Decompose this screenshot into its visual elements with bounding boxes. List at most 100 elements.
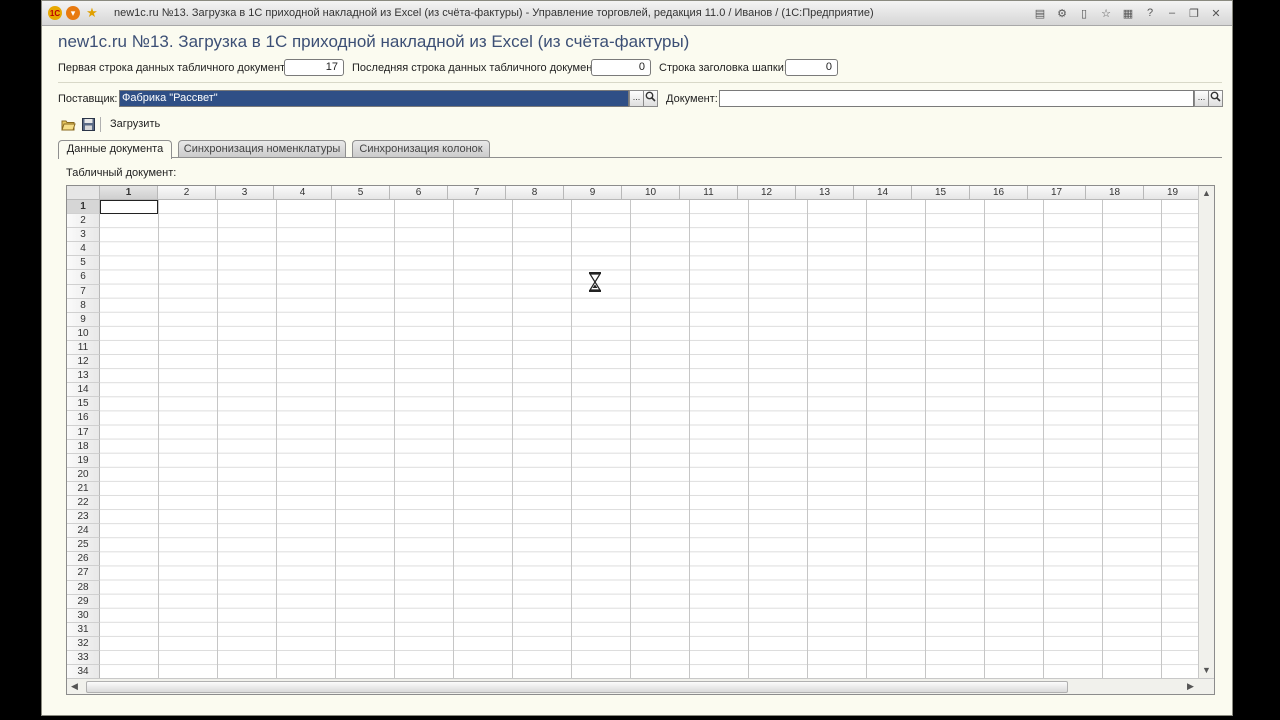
row-header[interactable]: 15 [67,397,100,412]
column-header[interactable]: 14 [854,186,912,200]
row-header[interactable]: 7 [67,284,100,299]
row-header[interactable]: 22 [67,495,100,511]
restore-icon[interactable]: ❐ [1184,4,1204,22]
row-header[interactable]: 24 [67,524,100,539]
grid-cells[interactable] [100,200,1198,678]
row-header[interactable]: 13 [67,369,100,384]
row-header[interactable]: 26 [67,552,100,567]
column-header[interactable]: 8 [506,186,564,200]
help-icon[interactable]: ? [1140,4,1160,22]
load-button[interactable]: Загрузить [110,118,160,130]
row-header[interactable]: 14 [67,383,100,398]
doc-list-icon[interactable]: ▤ [1030,4,1050,22]
open-folder-icon[interactable] [60,116,76,132]
column-header[interactable]: 18 [1086,186,1144,200]
tab-nomenclature-sync[interactable]: Синхронизация номенклатуры [178,140,346,158]
last-row-input[interactable]: 0 [591,59,651,76]
header-row-input[interactable]: 0 [785,59,838,76]
row-header[interactable]: 6 [67,270,100,285]
row-header[interactable]: 5 [67,256,100,271]
row-header[interactable]: 16 [67,411,100,426]
supplier-select-button[interactable]: ... [629,90,644,107]
row-header[interactable]: 11 [67,340,100,356]
column-header[interactable]: 4 [274,186,332,200]
selected-cell[interactable] [100,200,158,214]
row-header[interactable]: 29 [67,594,100,609]
column-header[interactable]: 15 [912,186,970,200]
row-header[interactable]: 1 [67,200,100,215]
column-header[interactable]: 7 [448,186,506,200]
tab-columns-sync[interactable]: Синхронизация колонок [352,140,490,158]
row-header[interactable]: 27 [67,566,100,581]
favorite-icon[interactable]: ☆ [1096,4,1116,22]
column-header[interactable]: 1 [100,186,158,200]
document-search-icon[interactable] [1208,90,1223,107]
first-row-label: Первая строка данных табличного документ… [58,62,295,74]
column-header[interactable]: 9 [564,186,622,200]
scroll-left-icon[interactable]: ◀ [67,679,82,694]
row-header[interactable]: 17 [67,425,100,440]
document-select-button[interactable]: ... [1194,90,1209,107]
row-header[interactable]: 3 [67,228,100,243]
column-header[interactable]: 10 [622,186,680,200]
scroll-right-icon[interactable]: ▶ [1183,679,1198,694]
row-header[interactable]: 12 [67,355,100,370]
row-header[interactable]: 10 [67,326,100,341]
calendar-icon[interactable]: ▦ [1118,4,1138,22]
row-header[interactable]: 9 [67,312,100,327]
form-title: new1c.ru №13. Загрузка в 1С приходной на… [58,32,690,51]
main-menu-icon[interactable]: ▾ [66,6,80,20]
hourglass-icon [588,271,602,293]
favorites-star-icon[interactable]: ★ [84,5,100,21]
horizontal-scrollbar[interactable]: ◀ ▶ [67,678,1214,694]
first-row-input[interactable]: 17 [284,59,344,76]
close-icon[interactable]: ✕ [1206,4,1226,22]
row-header[interactable]: 18 [67,439,100,454]
column-header[interactable]: 17 [1028,186,1086,200]
tab-baseline [58,157,1222,158]
separator [58,82,1222,83]
horizontal-scroll-thumb[interactable] [86,681,1068,693]
minimize-icon[interactable]: – [1162,4,1182,22]
row-header[interactable]: 23 [67,510,100,525]
save-disk-icon[interactable] [80,116,96,132]
row-header[interactable]: 31 [67,622,100,637]
column-header[interactable]: 16 [970,186,1028,200]
row-header[interactable]: 2 [67,214,100,229]
note-icon[interactable]: ▯ [1074,4,1094,22]
row-header[interactable]: 8 [67,298,100,313]
row-header[interactable]: 28 [67,580,100,595]
toolbar-separator [100,117,101,132]
column-header[interactable]: 5 [332,186,390,200]
row-header[interactable]: 25 [67,538,100,553]
scroll-down-icon[interactable]: ▼ [1199,663,1214,678]
1c-logo-icon[interactable]: 1С [48,6,62,20]
row-headers: 1 2 3 4 5 6 7 8 9 10 11 12 13 14 15 16 17 18 19 20 21 22 23 24 2… [67,200,100,680]
column-header[interactable]: 6 [390,186,448,200]
column-header[interactable]: 2 [158,186,216,200]
supplier-label: Поставщик: [58,93,118,105]
supplier-search-icon[interactable] [643,90,658,107]
column-header[interactable]: 11 [680,186,738,200]
tab-document-data[interactable]: Данные документа [58,140,172,159]
row-header[interactable]: 30 [67,608,100,623]
row-header[interactable]: 20 [67,467,100,482]
column-headers: 1 2 3 4 5 6 7 8 9 10 11 12 13 14 15 16 17 18 19 [100,186,1202,200]
column-header[interactable]: 13 [796,186,854,200]
row-header[interactable]: 21 [67,481,100,496]
settings-icon[interactable]: ⚙ [1052,4,1072,22]
row-header[interactable]: 33 [67,651,100,666]
scroll-up-icon[interactable]: ▲ [1199,186,1214,201]
column-header[interactable]: 12 [738,186,796,200]
document-field[interactable] [719,90,1194,107]
vertical-scrollbar[interactable]: ▲ ▼ [1198,186,1214,678]
row-header[interactable]: 32 [67,636,100,651]
spreadsheet-grid[interactable]: 1 2 3 4 5 6 7 8 9 10 11 12 13 14 15 16 17 18 19 1234567891… [66,185,1215,695]
row-header[interactable]: 4 [67,242,100,257]
column-header[interactable]: 19 [1144,186,1202,200]
supplier-field[interactable]: Фабрика "Рассвет" [119,90,629,107]
column-header[interactable]: 3 [216,186,274,200]
last-row-label: Последняя строка данных табличного докум… [352,62,607,74]
row-header[interactable]: 19 [67,453,100,468]
title-bar: 1С ▾ ★ new1c.ru №13. Загрузка в 1С прихо… [42,1,1232,26]
